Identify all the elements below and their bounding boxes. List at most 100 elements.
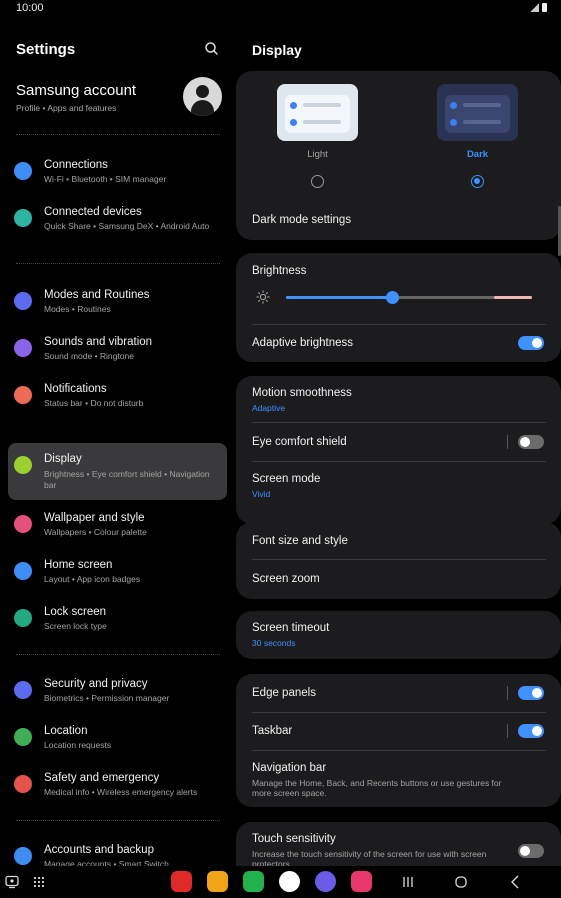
image-icon — [14, 515, 32, 533]
sidebar-item-label: Notifications — [44, 383, 107, 395]
sidebar-item-accounts-and-backup[interactable]: Accounts and backup Manage accounts • Sma… — [8, 843, 227, 866]
sidebar-item-sub: Layout • App icon badges — [44, 574, 141, 584]
touch-sensitivity-label[interactable]: Touch sensitivity — [252, 833, 336, 845]
sidebar-item-sounds-and-vibration[interactable]: Sounds and vibration Sound mode • Rington… — [8, 335, 227, 375]
font-size-and-style[interactable]: Font size and style — [252, 535, 348, 547]
dark-theme-label: Dark — [466, 149, 489, 160]
light-theme-radio[interactable] — [311, 175, 324, 188]
sidebar-item-sub: Screen lock type — [44, 621, 107, 631]
settings-list-panel: Settings Samsung account Profile • Apps … — [0, 18, 236, 866]
home-icon — [14, 562, 32, 580]
theme-card: Light Dark Dark mode settings — [236, 71, 561, 240]
sun-icon — [256, 290, 270, 304]
taskbar-settings-icon[interactable] — [5, 875, 19, 889]
status-time: 10:00 — [16, 2, 44, 14]
touch-sensitivity-toggle[interactable] — [518, 844, 544, 858]
status-bar: 10:00 — [0, 0, 561, 18]
sidebar-item-wallpaper-and-style[interactable]: Wallpaper and style Wallpapers • Colour p… — [8, 511, 227, 551]
motion-card: Motion smoothness Adaptive Eye comfort s… — [236, 376, 561, 524]
screen-mode-label[interactable]: Screen mode — [252, 473, 320, 485]
sidebar-item-label: Security and privacy — [44, 678, 148, 690]
motion-smoothness-value: Adaptive — [252, 403, 286, 413]
apps-grid-icon[interactable] — [33, 876, 45, 888]
shield-icon — [14, 681, 32, 699]
light-theme-preview[interactable] — [277, 84, 358, 141]
sidebar-item-sub: Status bar • Do not disturb — [44, 398, 144, 408]
messages-app-icon[interactable] — [279, 871, 300, 892]
divider — [16, 134, 220, 135]
sidebar-item-sub: Quick Share • Samsung DeX • Android Auto — [44, 221, 210, 231]
sidebar-item-connected-devices[interactable]: Connected devices Quick Share • Samsung D… — [8, 205, 227, 245]
sidebar-item-safety-and-emergency[interactable]: Safety and emergency Medical info • Wirel… — [8, 771, 227, 811]
sidebar-item-label: Wallpaper and style — [44, 512, 145, 524]
sidebar-item-sub: Location requests — [44, 740, 112, 750]
taskbar-toggle[interactable] — [518, 724, 544, 738]
touch-sensitivity-desc: Increase the touch sensitivity of the sc… — [252, 849, 487, 866]
sidebar-item-sub: Sound mode • Ringtone — [44, 351, 134, 361]
wifi-icon — [14, 162, 32, 180]
signal-icon — [530, 3, 539, 12]
sidebar-item-label: Sounds and vibration — [44, 336, 153, 348]
brightness-slider-thumb[interactable] — [386, 291, 399, 304]
adaptive-brightness-toggle[interactable] — [518, 336, 544, 350]
battery-icon — [542, 3, 547, 12]
sun-icon — [14, 456, 32, 474]
taskbar-label[interactable]: Taskbar — [252, 725, 292, 737]
navigation-bar-label[interactable]: Navigation bar — [252, 762, 326, 774]
screen-timeout-label[interactable]: Screen timeout — [252, 622, 329, 634]
my-files-app-icon[interactable] — [207, 871, 228, 892]
divider — [16, 820, 220, 821]
speaker-icon — [14, 339, 32, 357]
bell-icon — [14, 386, 32, 404]
home-button[interactable] — [454, 875, 468, 889]
eye-comfort-shield-label[interactable]: Eye comfort shield — [252, 436, 347, 448]
brightness-label: Brightness — [252, 265, 307, 277]
sidebar-item-label: Display — [44, 453, 82, 465]
screen-timeout-value: 30 seconds — [252, 638, 296, 648]
adaptive-brightness-label: Adaptive brightness — [252, 337, 354, 349]
recents-button[interactable] — [402, 876, 414, 888]
motion-smoothness-label[interactable]: Motion smoothness — [252, 387, 352, 399]
sidebar-item-modes-and-routines[interactable]: Modes and Routines Modes • Routines — [8, 288, 227, 328]
system-icons — [530, 3, 547, 12]
sync-icon — [14, 847, 32, 865]
check-circle-icon — [14, 292, 32, 310]
sidebar-item-display[interactable]: Display Brightness • Eye comfort shield •… — [8, 443, 227, 500]
sidebar-item-label: Modes and Routines — [44, 289, 150, 301]
page-title: Display — [252, 42, 302, 58]
devices-icon — [14, 209, 32, 227]
sidebar-item-label: Accounts and backup — [44, 844, 154, 856]
back-button[interactable] — [509, 875, 521, 889]
avatar[interactable] — [183, 77, 222, 116]
internet-app-icon[interactable] — [315, 871, 336, 892]
screen-zoom[interactable]: Screen zoom — [252, 573, 320, 585]
touch-card: Touch sensitivity Increase the touch sen… — [236, 822, 561, 866]
edge-card: Edge panels Taskbar Navigation bar Manag… — [236, 674, 561, 807]
flipboard-app-icon[interactable] — [171, 871, 192, 892]
dark-mode-settings[interactable]: Dark mode settings — [252, 214, 351, 226]
screen-mode-value: Vivid — [252, 489, 271, 499]
phone-app-icon[interactable] — [243, 871, 264, 892]
sidebar-item-notifications[interactable]: Notifications Status bar • Do not disturb — [8, 382, 227, 422]
dark-theme-radio[interactable] — [471, 175, 484, 188]
emergency-icon — [14, 775, 32, 793]
camera-app-icon[interactable] — [351, 871, 372, 892]
sidebar-item-label: Lock screen — [44, 606, 107, 618]
display-settings-panel: Display Light Dark Dark mode settings Br… — [236, 18, 561, 866]
sidebar-item-connections[interactable]: Connections Wi-Fi • Bluetooth • SIM manag… — [8, 158, 227, 198]
edge-panels-label[interactable]: Edge panels — [252, 687, 316, 699]
divider — [16, 263, 220, 264]
search-button[interactable] — [203, 40, 221, 58]
sidebar-item-sub: Wallpapers • Colour palette — [44, 527, 147, 537]
sidebar-item-home-screen[interactable]: Home screen Layout • App icon badges — [8, 558, 227, 598]
sidebar-item-sub: Wi-Fi • Bluetooth • SIM manager — [44, 174, 167, 184]
edge-panels-toggle[interactable] — [518, 686, 544, 700]
sidebar-item-sub: Brightness • Eye comfort shield • Naviga… — [44, 469, 210, 490]
sidebar-item-location[interactable]: Location Location requests — [8, 724, 227, 764]
eye-comfort-shield-toggle[interactable] — [518, 435, 544, 449]
settings-title: Settings — [16, 41, 76, 58]
sidebar-item-security-and-privacy[interactable]: Security and privacy Biometrics • Permiss… — [8, 677, 227, 717]
sidebar-item-lock-screen[interactable]: Lock screen Screen lock type — [8, 605, 227, 645]
dark-theme-preview[interactable] — [437, 84, 518, 141]
search-icon — [205, 42, 218, 55]
